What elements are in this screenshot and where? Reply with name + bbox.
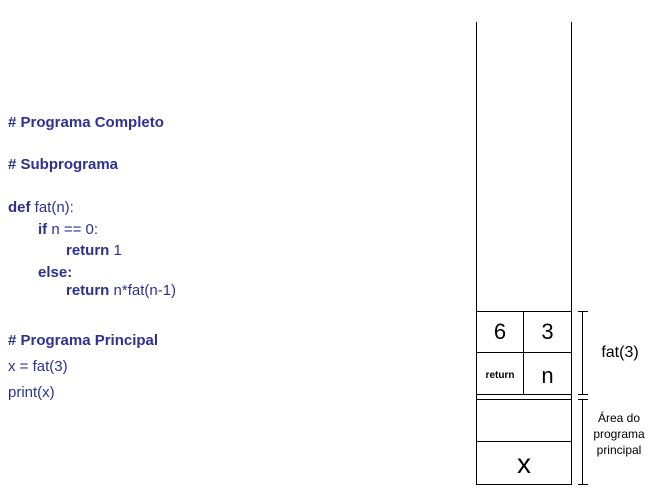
stack-right-border [571, 22, 572, 485]
fat-return-label: return [485, 370, 515, 381]
code-line-main-1: x = fat(3) [8, 358, 68, 375]
code-line-return-2: return n*fat(n-1) [66, 282, 176, 300]
fat-frame-bottom [476, 394, 572, 395]
fat-n-value: 3 [541, 319, 554, 344]
code-line-main-2: print(x) [8, 384, 55, 401]
title-programa-principal: # Programa Principal [8, 332, 159, 349]
fat-bracket-top-tick [578, 311, 588, 312]
if-condition: n == 0: [51, 221, 99, 238]
code-line-return-1: return 1 [66, 242, 122, 260]
code-line-def: def fat(n): [8, 199, 74, 217]
main-bracket-top-tick [578, 399, 588, 400]
return-value-1: 1 [113, 242, 122, 259]
fat-frame-top [476, 311, 572, 312]
keyword-if: if [38, 221, 48, 238]
def-signature: fat(n): [34, 199, 74, 216]
keyword-return: return [66, 242, 110, 259]
main-frame-top [476, 399, 572, 400]
main-bracket-bottom-tick [578, 484, 588, 485]
main-frame-label-line-2: programa [593, 427, 645, 441]
return-expression: n*fat(n-1) [113, 282, 177, 299]
main-var-x: x [517, 448, 531, 479]
keyword-def: def [8, 199, 31, 216]
title-subprograma: # Subprograma [8, 156, 119, 173]
fat-return-value: 6 [493, 319, 507, 344]
fat-n-label: n [541, 363, 554, 388]
main-frame-bottom [476, 484, 572, 485]
main-frame-label: Área do programa principal [586, 410, 652, 458]
keyword-return: return [66, 282, 110, 299]
code-line-else: else: [38, 264, 73, 281]
fat-frame-label: fat(3) [601, 344, 639, 361]
main-frame-middle [476, 441, 572, 442]
main-frame-label-line-3: principal [596, 443, 642, 457]
fat-frame-middle [476, 352, 572, 353]
fat-bracket-bottom-tick [578, 394, 588, 395]
stack-left-border [476, 22, 477, 485]
title-programa-completo: # Programa Completo [8, 114, 164, 131]
code-line-if: if n == 0: [38, 221, 98, 239]
main-bracket-line [582, 399, 583, 485]
main-frame-label-line-1: Área do [597, 411, 641, 425]
fat-bracket-line [582, 311, 583, 395]
